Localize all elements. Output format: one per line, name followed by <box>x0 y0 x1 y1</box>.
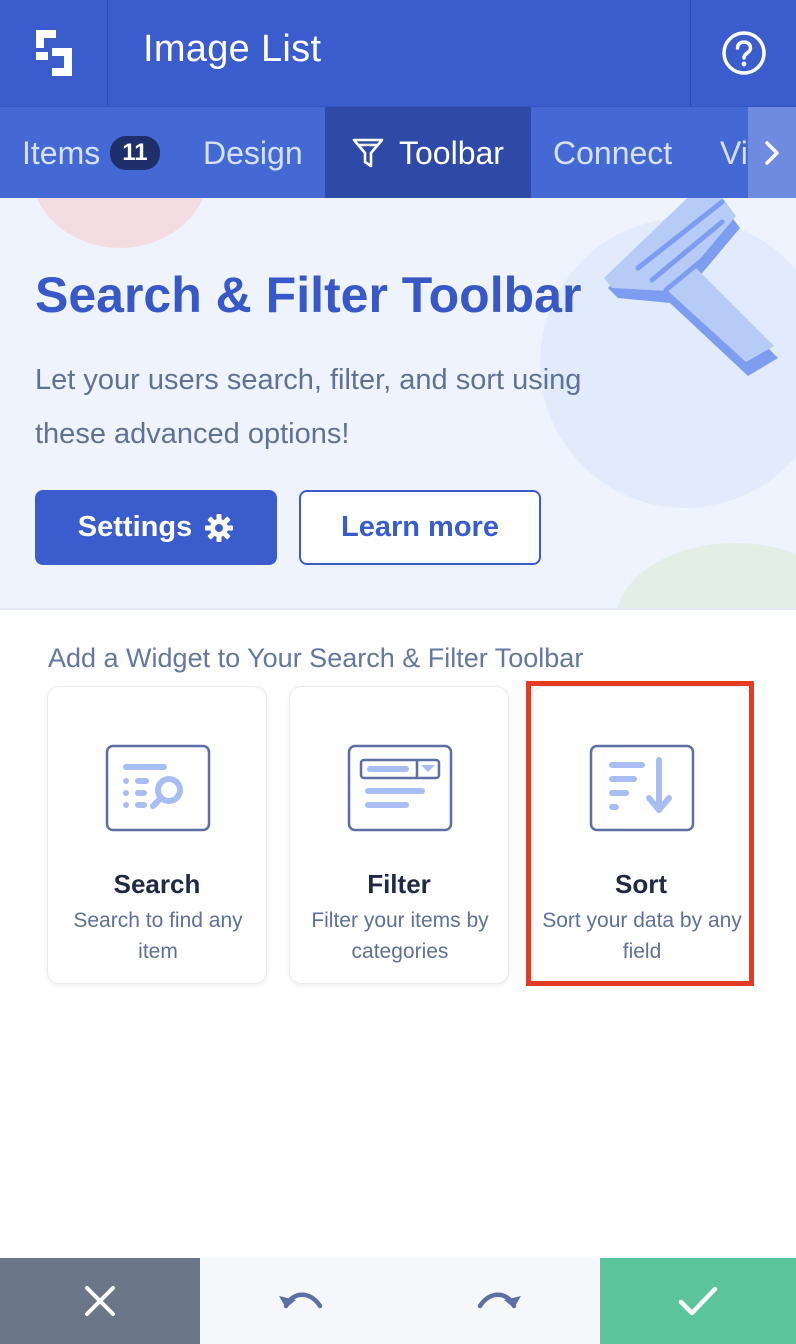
chevron-right-icon <box>765 141 779 165</box>
sort-highlight-outline <box>526 681 754 986</box>
tab-connect[interactable]: Connect <box>553 107 672 198</box>
widget-card-search-description: Search to find any item <box>73 909 243 963</box>
help-circle-icon <box>721 31 766 75</box>
tabs-scroll-right-button[interactable] <box>748 107 796 198</box>
tab-design[interactable]: Design <box>203 107 303 198</box>
tab-bar: Items 11 Design Toolbar Connect Vi <box>0 106 796 198</box>
learn-more-button[interactable]: Learn more <box>299 490 541 565</box>
hero-title: Search & Filter Toolbar <box>35 267 582 323</box>
filter-widget-icon <box>347 744 453 832</box>
learn-more-button-label: Learn more <box>341 511 499 543</box>
decor-blob <box>30 198 210 248</box>
logo-icon <box>35 30 72 76</box>
confirm-button[interactable] <box>600 1258 796 1344</box>
tab-toolbar[interactable]: Toolbar <box>325 107 531 198</box>
logo <box>0 0 108 106</box>
tab-items-label: Items <box>22 134 101 171</box>
tab-design-label: Design <box>203 134 303 171</box>
gear-icon <box>205 513 234 542</box>
widget-card-filter-title: Filter <box>367 869 431 899</box>
settings-button[interactable]: Settings <box>35 490 277 565</box>
help-button[interactable] <box>690 0 796 106</box>
app-title: Image List <box>143 28 322 70</box>
cancel-button[interactable] <box>0 1258 200 1344</box>
footer-action-bar <box>0 1258 796 1344</box>
decor-blob <box>615 543 796 608</box>
widgets-section-title: Add a Widget to Your Search & Filter Too… <box>48 643 584 673</box>
settings-button-label: Settings <box>77 511 193 543</box>
widget-card-filter-description: Filter your items by categories <box>311 909 489 963</box>
widget-card-search-title: Search <box>113 869 201 899</box>
redo-button[interactable] <box>400 1258 600 1344</box>
close-icon <box>85 1286 115 1316</box>
funnel-illustration-icon <box>604 198 778 376</box>
checkmark-icon <box>678 1286 718 1316</box>
app-header: Image List <box>0 0 796 106</box>
hero-description: Let your users search, filter, and sort … <box>35 364 582 450</box>
tab-connect-label: Connect <box>553 134 673 171</box>
items-count-badge: 11 <box>110 136 160 170</box>
widget-card-filter[interactable]: Filter Filter your items by categories <box>289 686 509 984</box>
tab-items[interactable]: Items 11 <box>22 107 160 198</box>
undo-button[interactable] <box>200 1258 400 1344</box>
search-widget-icon <box>105 744 211 832</box>
tab-view-label: Vi <box>720 134 748 171</box>
tab-view[interactable]: Vi <box>720 107 748 198</box>
redo-icon <box>477 1292 521 1309</box>
widget-card-search[interactable]: Search Search to find any item <box>47 686 267 984</box>
tab-toolbar-label: Toolbar <box>399 134 504 171</box>
hero-banner: Search & Filter Toolbar Let your users s… <box>0 198 796 610</box>
funnel-icon <box>352 138 384 168</box>
undo-icon <box>279 1292 323 1309</box>
